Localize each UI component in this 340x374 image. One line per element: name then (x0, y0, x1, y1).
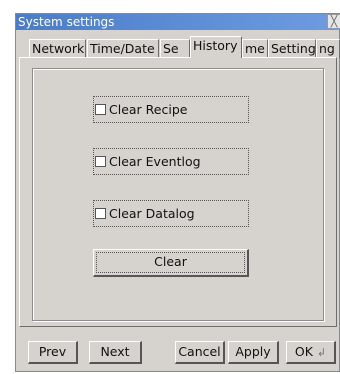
focus-outline (96, 252, 245, 273)
ok-label: OK (294, 344, 313, 359)
prev-button[interactable]: Prev (28, 341, 78, 364)
clear-button[interactable]: Clear (93, 249, 249, 277)
tab-setting[interactable]: Setting (268, 39, 316, 58)
clear-recipe-checkbox[interactable] (95, 104, 106, 115)
tab-bar: Network Time/Date Se History me Setting … (16, 36, 340, 58)
tab-history[interactable]: History (190, 36, 242, 58)
clear-datalog-checkbox[interactable] (95, 208, 106, 219)
clear-eventlog-option[interactable]: Clear Eventlog (93, 148, 249, 175)
apply-button[interactable]: Apply (228, 341, 279, 364)
ok-button[interactable]: OK ↲ (286, 341, 336, 364)
system-settings-window: System settings ╳ Network Time/Date Se H… (15, 13, 340, 372)
clear-recipe-label: Clear Recipe (109, 102, 188, 117)
tab-more[interactable]: ng (316, 39, 340, 58)
clear-eventlog-checkbox[interactable] (95, 156, 106, 167)
close-icon[interactable]: ╳ (327, 14, 340, 29)
next-button[interactable]: Next (89, 341, 142, 364)
clear-recipe-option[interactable]: Clear Recipe (93, 96, 249, 123)
tab-security[interactable]: Se (160, 39, 190, 58)
window-titlebar: System settings (16, 14, 340, 30)
clear-eventlog-label: Clear Eventlog (109, 154, 201, 169)
tab-network[interactable]: Network (29, 39, 86, 58)
window-title: System settings (18, 15, 115, 29)
clear-datalog-label: Clear Datalog (109, 206, 195, 221)
tab-time[interactable]: me (242, 39, 268, 58)
clear-datalog-option[interactable]: Clear Datalog (93, 200, 249, 227)
enter-icon: ↲ (316, 346, 327, 359)
tab-time-date[interactable]: Time/Date (87, 39, 159, 58)
cancel-button[interactable]: Cancel (175, 341, 225, 364)
